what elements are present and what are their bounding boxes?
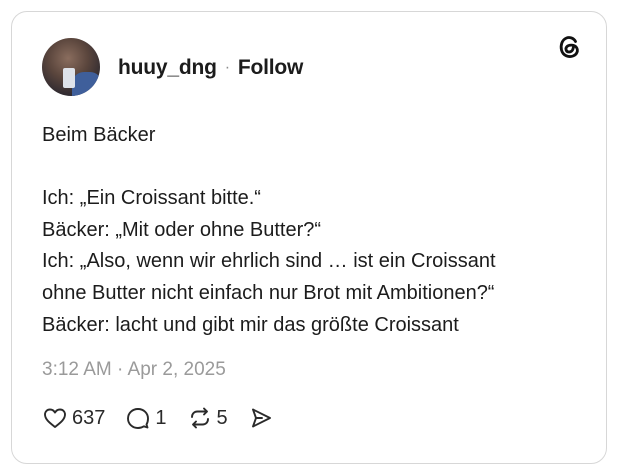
repost-button[interactable]: 5 <box>187 405 228 431</box>
post-timestamp[interactable]: 3:12 AM · Apr 2, 2025 <box>42 359 226 381</box>
repost-icon <box>190 407 209 429</box>
avatar-figure <box>72 72 100 96</box>
post-line: Beim Bäcker <box>42 124 156 146</box>
post-line: ohne Butter nicht einfach nur Brot mit A… <box>42 281 495 304</box>
username[interactable]: huuy_dng <box>118 56 217 80</box>
avatar-phone <box>63 68 75 88</box>
threads-icon[interactable] <box>554 32 584 62</box>
reply-count: 1 <box>155 406 167 429</box>
post-body: Beim Bäcker Ich: „Ein Croissant bitte.“ … <box>42 120 582 341</box>
follow-button[interactable]: Follow <box>238 56 303 80</box>
post-line: Bäcker: „Mit oder ohne Butter?“ <box>42 218 322 241</box>
post-line: Ich: „Also, wenn wir ehrlich sind … ist … <box>42 250 496 273</box>
like-button[interactable]: 637 <box>42 405 105 431</box>
post-line-blank <box>42 152 582 184</box>
post-header: huuy_dng · Follow <box>118 56 303 80</box>
avatar[interactable] <box>42 38 100 96</box>
action-bar: 637 1 5 <box>42 405 294 431</box>
post-card: huuy_dng · Follow Beim Bäcker Ich: „Ein … <box>11 11 607 464</box>
heart-icon <box>44 408 66 428</box>
separator-dot: · <box>224 59 230 76</box>
like-count: 637 <box>72 406 106 429</box>
share-button[interactable] <box>248 405 274 431</box>
repost-count: 5 <box>216 406 228 429</box>
reply-button[interactable]: 1 <box>125 405 167 431</box>
post-line: Bäcker: lacht und gibt mir das größte Cr… <box>42 313 459 336</box>
post-line: Ich: „Ein Croissant bitte.“ <box>42 187 261 210</box>
send-icon <box>251 408 271 428</box>
comment-icon <box>127 408 150 429</box>
